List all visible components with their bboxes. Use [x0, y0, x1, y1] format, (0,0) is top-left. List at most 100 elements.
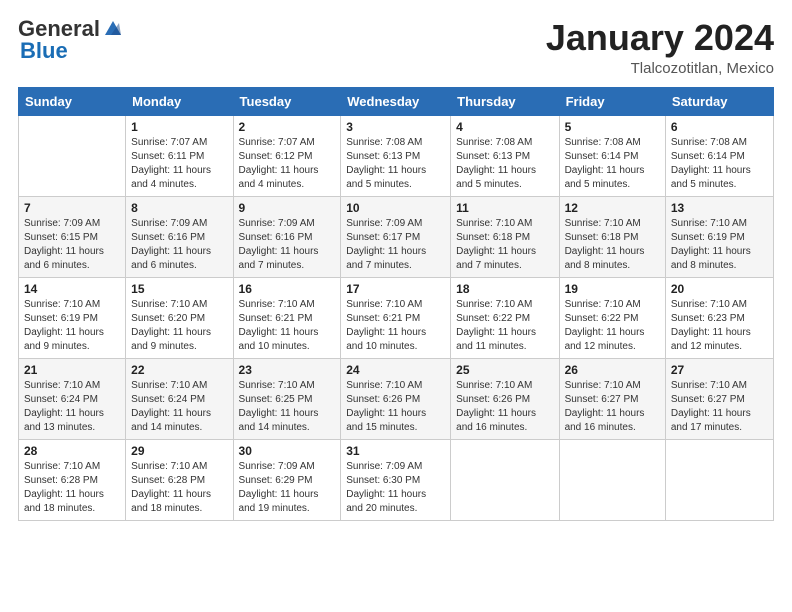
calendar-cell: 15Sunrise: 7:10 AM Sunset: 6:20 PM Dayli… — [126, 277, 233, 358]
day-detail: Sunrise: 7:10 AM Sunset: 6:27 PM Dayligh… — [671, 380, 751, 433]
day-number: 29 — [131, 444, 227, 458]
calendar-cell — [19, 115, 126, 196]
day-detail: Sunrise: 7:08 AM Sunset: 6:13 PM Dayligh… — [456, 137, 536, 190]
calendar-cell — [451, 439, 559, 520]
calendar-cell: 27 Sunrise: 7:10 AM Sunset: 6:27 PM Dayli… — [665, 358, 773, 439]
day-number: 20 — [671, 282, 768, 296]
day-number: 8 — [131, 201, 227, 215]
day-number: 22 — [131, 363, 227, 377]
day-detail: Sunrise: 7:10 AM Sunset: 6:26 PM Dayligh… — [456, 380, 536, 433]
calendar-cell: 31 Sunrise: 7:09 AM Sunset: 6:30 PM Dayli… — [341, 439, 451, 520]
week-row-2: 14Sunrise: 7:10 AM Sunset: 6:19 PM Dayli… — [19, 277, 774, 358]
calendar-cell: 10 Sunrise: 7:09 AM Sunset: 6:17 PM Dayli… — [341, 196, 451, 277]
calendar-cell: 3Sunrise: 7:08 AM Sunset: 6:13 PM Daylig… — [341, 115, 451, 196]
logo-blue: Blue — [20, 40, 68, 62]
calendar-cell: 20 Sunrise: 7:10 AM Sunset: 6:23 PM Dayli… — [665, 277, 773, 358]
day-number: 17 — [346, 282, 445, 296]
day-detail: Sunrise: 7:10 AM Sunset: 6:19 PM Dayligh… — [671, 218, 751, 271]
day-detail: Sunrise: 7:10 AM Sunset: 6:28 PM Dayligh… — [131, 461, 211, 514]
day-number: 7 — [24, 201, 120, 215]
calendar-cell: 30Sunrise: 7:09 AM Sunset: 6:29 PM Dayli… — [233, 439, 341, 520]
day-number: 24 — [346, 363, 445, 377]
day-detail: Sunrise: 7:10 AM Sunset: 6:24 PM Dayligh… — [131, 380, 211, 433]
day-number: 11 — [456, 201, 553, 215]
day-detail: Sunrise: 7:09 AM Sunset: 6:16 PM Dayligh… — [239, 218, 319, 271]
header-day-thursday: Thursday — [451, 87, 559, 115]
day-detail: Sunrise: 7:10 AM Sunset: 6:18 PM Dayligh… — [565, 218, 645, 271]
calendar-cell: 8 Sunrise: 7:09 AM Sunset: 6:16 PM Daylig… — [126, 196, 233, 277]
day-detail: Sunrise: 7:10 AM Sunset: 6:18 PM Dayligh… — [456, 218, 536, 271]
day-number: 14 — [24, 282, 120, 296]
calendar-cell: 25 Sunrise: 7:10 AM Sunset: 6:26 PM Dayli… — [451, 358, 559, 439]
day-detail: Sunrise: 7:08 AM Sunset: 6:14 PM Dayligh… — [565, 137, 645, 190]
header-day-tuesday: Tuesday — [233, 87, 341, 115]
day-number: 10 — [346, 201, 445, 215]
header-day-wednesday: Wednesday — [341, 87, 451, 115]
day-number: 2 — [239, 120, 336, 134]
day-detail: Sunrise: 7:09 AM Sunset: 6:30 PM Dayligh… — [346, 461, 426, 514]
calendar-cell — [665, 439, 773, 520]
day-detail: Sunrise: 7:10 AM Sunset: 6:25 PM Dayligh… — [239, 380, 319, 433]
day-number: 23 — [239, 363, 336, 377]
day-number: 9 — [239, 201, 336, 215]
calendar-cell: 4Sunrise: 7:08 AM Sunset: 6:13 PM Daylig… — [451, 115, 559, 196]
day-detail: Sunrise: 7:10 AM Sunset: 6:22 PM Dayligh… — [456, 299, 536, 352]
day-number: 13 — [671, 201, 768, 215]
day-detail: Sunrise: 7:09 AM Sunset: 6:17 PM Dayligh… — [346, 218, 426, 271]
calendar-cell: 17 Sunrise: 7:10 AM Sunset: 6:21 PM Dayli… — [341, 277, 451, 358]
header-day-friday: Friday — [559, 87, 665, 115]
calendar-table: SundayMondayTuesdayWednesdayThursdayFrid… — [18, 87, 774, 521]
day-number: 12 — [565, 201, 660, 215]
calendar-cell: 1 Sunrise: 7:07 AM Sunset: 6:11 PM Daylig… — [126, 115, 233, 196]
day-number: 6 — [671, 120, 768, 134]
day-detail: Sunrise: 7:09 AM Sunset: 6:29 PM Dayligh… — [239, 461, 319, 514]
page: General Blue January 2024 Tlalcozotitlan… — [0, 0, 792, 612]
day-detail: Sunrise: 7:08 AM Sunset: 6:14 PM Dayligh… — [671, 137, 751, 190]
day-detail: Sunrise: 7:09 AM Sunset: 6:16 PM Dayligh… — [131, 218, 211, 271]
calendar-cell: 22 Sunrise: 7:10 AM Sunset: 6:24 PM Dayli… — [126, 358, 233, 439]
calendar-cell: 14Sunrise: 7:10 AM Sunset: 6:19 PM Dayli… — [19, 277, 126, 358]
logo: General Blue — [18, 18, 121, 62]
calendar-cell: 16Sunrise: 7:10 AM Sunset: 6:21 PM Dayli… — [233, 277, 341, 358]
calendar-cell: 29 Sunrise: 7:10 AM Sunset: 6:28 PM Dayli… — [126, 439, 233, 520]
day-number: 26 — [565, 363, 660, 377]
calendar-cell: 28 Sunrise: 7:10 AM Sunset: 6:28 PM Dayli… — [19, 439, 126, 520]
week-row-4: 28 Sunrise: 7:10 AM Sunset: 6:28 PM Dayli… — [19, 439, 774, 520]
calendar-cell: 24 Sunrise: 7:10 AM Sunset: 6:26 PM Dayli… — [341, 358, 451, 439]
calendar-cell: 19Sunrise: 7:10 AM Sunset: 6:22 PM Dayli… — [559, 277, 665, 358]
header-day-monday: Monday — [126, 87, 233, 115]
day-number: 19 — [565, 282, 660, 296]
calendar-cell — [559, 439, 665, 520]
calendar-cell: 23 Sunrise: 7:10 AM Sunset: 6:25 PM Dayli… — [233, 358, 341, 439]
calendar-cell: 21 Sunrise: 7:10 AM Sunset: 6:24 PM Dayli… — [19, 358, 126, 439]
day-number: 16 — [239, 282, 336, 296]
day-number: 1 — [131, 120, 227, 134]
location-title: Tlalcozotitlan, Mexico — [546, 60, 774, 77]
header: General Blue January 2024 Tlalcozotitlan… — [18, 18, 774, 77]
day-detail: Sunrise: 7:10 AM Sunset: 6:20 PM Dayligh… — [131, 299, 211, 352]
calendar-cell: 18Sunrise: 7:10 AM Sunset: 6:22 PM Dayli… — [451, 277, 559, 358]
calendar-cell: 5Sunrise: 7:08 AM Sunset: 6:14 PM Daylig… — [559, 115, 665, 196]
day-detail: Sunrise: 7:07 AM Sunset: 6:11 PM Dayligh… — [131, 137, 211, 190]
calendar-header-row: SundayMondayTuesdayWednesdayThursdayFrid… — [19, 87, 774, 115]
day-number: 28 — [24, 444, 120, 458]
day-detail: Sunrise: 7:10 AM Sunset: 6:28 PM Dayligh… — [24, 461, 104, 514]
day-number: 27 — [671, 363, 768, 377]
day-detail: Sunrise: 7:08 AM Sunset: 6:13 PM Dayligh… — [346, 137, 426, 190]
logo-general: General — [18, 18, 100, 40]
calendar-cell: 13 Sunrise: 7:10 AM Sunset: 6:19 PM Dayli… — [665, 196, 773, 277]
day-number: 31 — [346, 444, 445, 458]
day-detail: Sunrise: 7:10 AM Sunset: 6:26 PM Dayligh… — [346, 380, 426, 433]
month-title: January 2024 — [546, 18, 774, 58]
day-detail: Sunrise: 7:10 AM Sunset: 6:21 PM Dayligh… — [346, 299, 426, 352]
day-detail: Sunrise: 7:10 AM Sunset: 6:24 PM Dayligh… — [24, 380, 104, 433]
day-detail: Sunrise: 7:10 AM Sunset: 6:27 PM Dayligh… — [565, 380, 645, 433]
calendar-cell: 9 Sunrise: 7:09 AM Sunset: 6:16 PM Daylig… — [233, 196, 341, 277]
title-block: January 2024 Tlalcozotitlan, Mexico — [546, 18, 774, 77]
logo-icon — [103, 19, 121, 37]
day-detail: Sunrise: 7:10 AM Sunset: 6:23 PM Dayligh… — [671, 299, 751, 352]
day-number: 25 — [456, 363, 553, 377]
calendar-cell: 7Sunrise: 7:09 AM Sunset: 6:15 PM Daylig… — [19, 196, 126, 277]
calendar-cell: 26 Sunrise: 7:10 AM Sunset: 6:27 PM Dayli… — [559, 358, 665, 439]
day-number: 21 — [24, 363, 120, 377]
